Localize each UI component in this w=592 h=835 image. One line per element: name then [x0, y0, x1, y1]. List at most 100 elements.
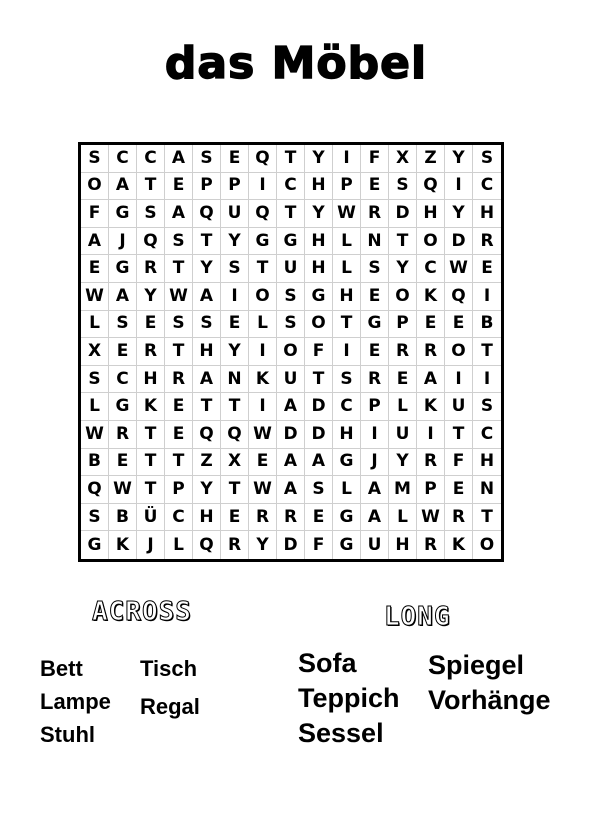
grid-cell[interactable]: C: [473, 421, 501, 449]
grid-cell[interactable]: S: [137, 200, 165, 228]
grid-cell[interactable]: W: [165, 283, 193, 311]
grid-cell[interactable]: A: [361, 503, 389, 532]
grid-cell[interactable]: R: [417, 531, 445, 559]
grid-cell[interactable]: Y: [445, 145, 473, 173]
grid-cell[interactable]: E: [445, 476, 473, 504]
grid-cell[interactable]: Z: [193, 448, 221, 477]
grid-cell[interactable]: A: [277, 448, 305, 477]
grid-cell[interactable]: T: [137, 172, 165, 201]
grid-cell[interactable]: C: [137, 145, 165, 173]
grid-cell[interactable]: E: [361, 283, 389, 311]
grid-cell[interactable]: W: [249, 421, 277, 449]
grid-cell[interactable]: O: [277, 338, 305, 366]
grid-cell[interactable]: E: [81, 255, 109, 283]
grid-cell[interactable]: J: [109, 227, 137, 256]
grid-cell[interactable]: O: [81, 172, 109, 201]
grid-cell[interactable]: H: [193, 338, 221, 366]
grid-cell[interactable]: T: [165, 255, 193, 283]
grid-cell[interactable]: E: [221, 310, 249, 339]
grid-cell[interactable]: T: [445, 421, 473, 449]
grid-cell[interactable]: E: [417, 310, 445, 339]
grid-cell[interactable]: Q: [81, 476, 109, 504]
grid-cell[interactable]: K: [417, 393, 445, 421]
grid-cell[interactable]: K: [445, 531, 473, 559]
grid-cell[interactable]: G: [249, 227, 277, 256]
grid-cell[interactable]: T: [389, 227, 417, 256]
grid-cell[interactable]: S: [193, 310, 221, 339]
grid-cell[interactable]: G: [109, 200, 137, 228]
grid-cell[interactable]: W: [109, 476, 137, 504]
grid-cell[interactable]: G: [333, 448, 361, 477]
grid-cell[interactable]: A: [277, 393, 305, 421]
grid-cell[interactable]: F: [361, 145, 389, 173]
grid-cell[interactable]: Y: [193, 476, 221, 504]
grid-cell[interactable]: R: [165, 365, 193, 394]
grid-cell[interactable]: Q: [193, 200, 221, 228]
grid-cell[interactable]: R: [417, 338, 445, 366]
grid-cell[interactable]: L: [81, 393, 109, 421]
grid-cell[interactable]: Y: [137, 283, 165, 311]
grid-cell[interactable]: H: [333, 283, 361, 311]
grid-cell[interactable]: W: [81, 283, 109, 311]
grid-cell[interactable]: B: [109, 503, 137, 532]
grid-cell[interactable]: I: [445, 172, 473, 201]
grid-cell[interactable]: Q: [221, 421, 249, 449]
grid-cell[interactable]: H: [333, 421, 361, 449]
grid-cell[interactable]: C: [473, 173, 501, 201]
grid-cell[interactable]: T: [193, 227, 221, 256]
grid-cell[interactable]: X: [221, 448, 249, 477]
grid-cell[interactable]: O: [249, 283, 277, 311]
grid-cell[interactable]: A: [165, 200, 193, 228]
grid-cell[interactable]: H: [305, 172, 333, 201]
grid-cell[interactable]: P: [333, 172, 361, 201]
grid-cell[interactable]: E: [165, 421, 193, 449]
grid-cell[interactable]: A: [361, 476, 389, 504]
grid-cell[interactable]: U: [361, 531, 389, 559]
grid-cell[interactable]: N: [361, 227, 389, 256]
grid-cell[interactable]: S: [277, 283, 305, 311]
grid-cell[interactable]: B: [81, 448, 109, 477]
grid-cell[interactable]: I: [333, 145, 361, 173]
grid-cell[interactable]: P: [221, 172, 249, 201]
grid-cell[interactable]: E: [137, 310, 165, 339]
grid-cell[interactable]: R: [361, 365, 389, 394]
grid-cell[interactable]: N: [221, 365, 249, 394]
grid-cell[interactable]: C: [333, 393, 361, 421]
grid-cell[interactable]: H: [305, 255, 333, 283]
grid-cell[interactable]: E: [361, 172, 389, 201]
grid-cell[interactable]: M: [389, 476, 417, 504]
grid-cell[interactable]: Q: [137, 227, 165, 256]
grid-cell[interactable]: Y: [305, 200, 333, 228]
grid-cell[interactable]: A: [109, 283, 137, 311]
grid-cell[interactable]: S: [81, 503, 109, 532]
grid-cell[interactable]: H: [417, 200, 445, 228]
grid-cell[interactable]: I: [333, 338, 361, 366]
grid-cell[interactable]: R: [473, 228, 501, 256]
grid-cell[interactable]: A: [305, 448, 333, 477]
grid-cell[interactable]: S: [165, 227, 193, 256]
grid-cell[interactable]: I: [361, 421, 389, 449]
grid-cell[interactable]: G: [333, 503, 361, 532]
grid-cell[interactable]: P: [417, 476, 445, 504]
grid-cell[interactable]: P: [361, 393, 389, 421]
grid-cell[interactable]: Y: [221, 227, 249, 256]
grid-cell[interactable]: T: [221, 476, 249, 504]
grid-cell[interactable]: R: [445, 503, 473, 532]
grid-cell[interactable]: S: [193, 145, 221, 173]
grid-cell[interactable]: U: [277, 255, 305, 283]
grid-cell[interactable]: S: [81, 145, 109, 173]
grid-cell[interactable]: O: [445, 338, 473, 366]
grid-cell[interactable]: L: [165, 531, 193, 559]
grid-cell[interactable]: W: [417, 503, 445, 532]
grid-cell[interactable]: G: [277, 227, 305, 256]
grid-cell[interactable]: E: [305, 503, 333, 532]
grid-cell[interactable]: A: [81, 227, 109, 256]
grid-cell[interactable]: H: [305, 227, 333, 256]
grid-cell[interactable]: R: [417, 448, 445, 477]
grid-cell[interactable]: P: [389, 310, 417, 339]
grid-cell[interactable]: O: [305, 310, 333, 339]
grid-cell[interactable]: Y: [445, 200, 473, 228]
grid-cell[interactable]: J: [137, 531, 165, 559]
grid-cell[interactable]: H: [193, 503, 221, 532]
grid-cell[interactable]: Q: [249, 200, 277, 228]
